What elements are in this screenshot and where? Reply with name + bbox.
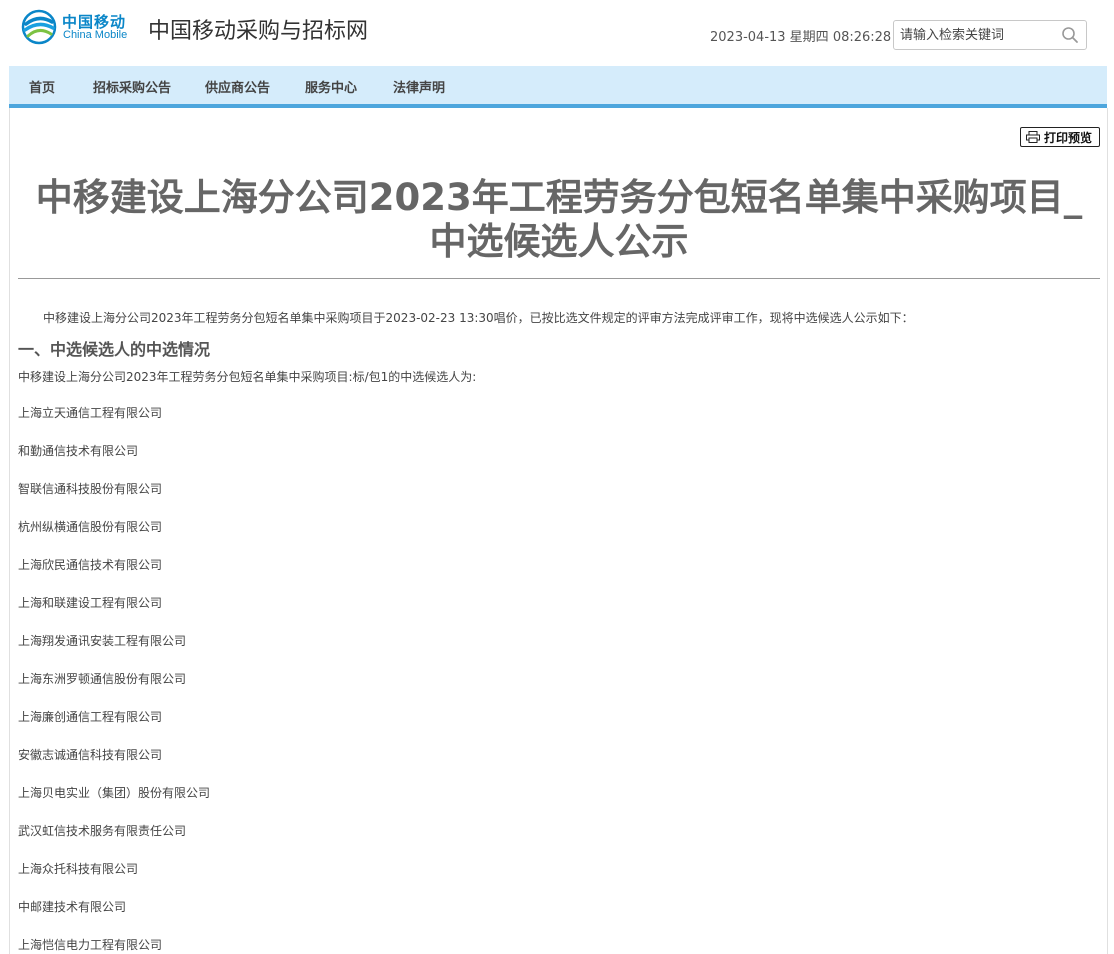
page: 中国移动 China Mobile 中国移动采购与招标网 2023-04-13 …	[0, 0, 1114, 954]
list-item: 上海和联建设工程有限公司	[18, 596, 163, 610]
list-item: 上海众托科技有限公司	[18, 862, 139, 876]
current-datetime: 2023-04-13 星期四 08:26:28	[710, 30, 892, 45]
logo-text-en: China Mobile	[63, 29, 128, 41]
china-mobile-logo[interactable]: 中国移动 China Mobile	[20, 8, 130, 46]
nav-item-service-center[interactable]: 服务中心	[305, 77, 357, 96]
list-item: 武汉虹信技术服务有限责任公司	[18, 824, 187, 838]
list-item: 上海东洲罗顿通信股份有限公司	[18, 672, 187, 686]
nav-item-home[interactable]: 首页	[29, 77, 55, 96]
search-input[interactable]	[900, 25, 1050, 45]
search-box	[893, 20, 1087, 50]
china-mobile-logo-icon	[21, 9, 57, 45]
nav-item-legal-statement[interactable]: 法律声明	[393, 77, 445, 96]
list-item: 智联信通科技股份有限公司	[18, 482, 163, 496]
list-item: 和勤通信技术有限公司	[18, 444, 139, 458]
list-item: 上海欣民通信技术有限公司	[18, 558, 163, 572]
package-line: 中移建设上海分公司2023年工程劳务分包短名单集中采购项目:标/包1的中选候选人…	[18, 370, 477, 384]
list-item: 上海翔发通讯安装工程有限公司	[18, 634, 187, 648]
list-item: 中邮建技术有限公司	[18, 900, 127, 914]
print-preview-button[interactable]: 打印预览	[1020, 127, 1100, 147]
announcement-title: 中移建设上海分公司2023年工程劳务分包短名单集中采购项目_ 中选候选人公示	[18, 176, 1100, 264]
announcement-content: 打印预览 中移建设上海分公司2023年工程劳务分包短名单集中采购项目_ 中选候选…	[9, 108, 1108, 954]
nav-item-tender-announcements[interactable]: 招标采购公告	[93, 77, 171, 96]
search-icon[interactable]	[1061, 26, 1079, 44]
announcement-title-line2: 中选候选人公示	[429, 220, 689, 263]
site-header: 中国移动 China Mobile 中国移动采购与招标网 2023-04-13 …	[0, 0, 1114, 66]
main-nav: 首页 招标采购公告 供应商公告 服务中心 法律声明	[9, 66, 1107, 108]
list-item: 杭州纵横通信股份有限公司	[18, 520, 163, 534]
nav-item-supplier-announcements[interactable]: 供应商公告	[205, 77, 270, 96]
title-divider	[18, 278, 1100, 279]
site-title: 中国移动采购与招标网	[148, 19, 369, 44]
candidate-list: 上海立天通信工程有限公司 和勤通信技术有限公司 智联信通科技股份有限公司 杭州纵…	[18, 404, 210, 954]
list-item: 安徽志诚通信科技有限公司	[18, 748, 163, 762]
list-item: 上海贝电实业（集团）股份有限公司	[18, 786, 211, 800]
intro-paragraph: 中移建设上海分公司2023年工程劳务分包短名单集中采购项目于2023-02-23…	[43, 311, 914, 325]
print-preview-label: 打印预览	[1044, 131, 1093, 145]
list-item: 上海恺信电力工程有限公司	[18, 938, 163, 952]
announcement-title-line1: 中移建设上海分公司2023年工程劳务分包短名单集中采购项目_	[35, 176, 1083, 219]
list-item: 上海廉创通信工程有限公司	[18, 710, 163, 724]
list-item: 上海立天通信工程有限公司	[18, 406, 163, 420]
section-heading: 一、中选候选人的中选情况	[18, 340, 211, 359]
printer-icon	[1026, 131, 1040, 143]
